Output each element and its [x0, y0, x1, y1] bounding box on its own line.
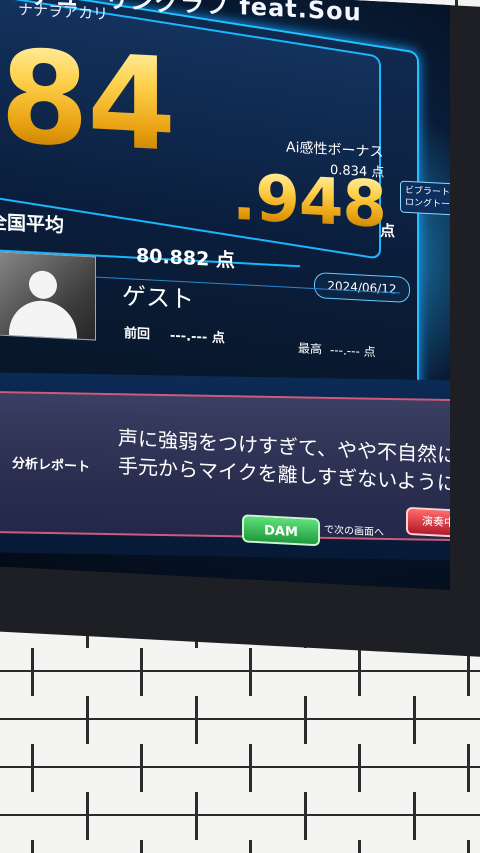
analysis-report-label: 分析レポート	[12, 456, 91, 476]
side-tag-line2: ロングトーン	[405, 197, 450, 211]
brick-row	[0, 792, 480, 840]
brick-row	[0, 696, 480, 744]
previous-score-label: 前回	[124, 326, 151, 343]
dam-button[interactable]: DAM	[242, 514, 320, 547]
user-name: ゲスト	[122, 281, 194, 314]
score-unit: 点	[380, 221, 396, 241]
national-average-label: 全国平均	[0, 210, 65, 237]
avatar-body-icon	[9, 299, 77, 341]
score-major: 84	[0, 22, 175, 181]
best-score-label: 最高	[298, 341, 323, 357]
brick-row	[0, 648, 480, 696]
brick-row	[0, 744, 480, 792]
national-average-value: 80.882 点	[136, 244, 235, 272]
red-button[interactable]: 演奏中	[406, 506, 450, 539]
previous-score-value: ---.--- 点	[170, 328, 225, 347]
karaoke-monitor: デューリングラブ feat.Sou ナナヲアカリ 84 .948 点 Ai感性ボ…	[0, 0, 480, 660]
screen: デューリングラブ feat.Sou ナナヲアカリ 84 .948 点 Ai感性ボ…	[0, 0, 450, 591]
photo-scene: デューリングラブ feat.Sou ナナヲアカリ 84 .948 点 Ai感性ボ…	[0, 0, 480, 853]
avatar-head-icon	[29, 270, 57, 300]
ai-bonus-value: 0.834 点	[330, 162, 385, 181]
vibrato-longtone-tag: ビブラート& ロングトーン	[400, 180, 450, 216]
avatar	[0, 250, 96, 341]
brick-row	[0, 840, 480, 853]
best-score-value: ---.--- 点	[330, 342, 376, 360]
next-screen-hint: で次の画面へ	[324, 524, 384, 539]
